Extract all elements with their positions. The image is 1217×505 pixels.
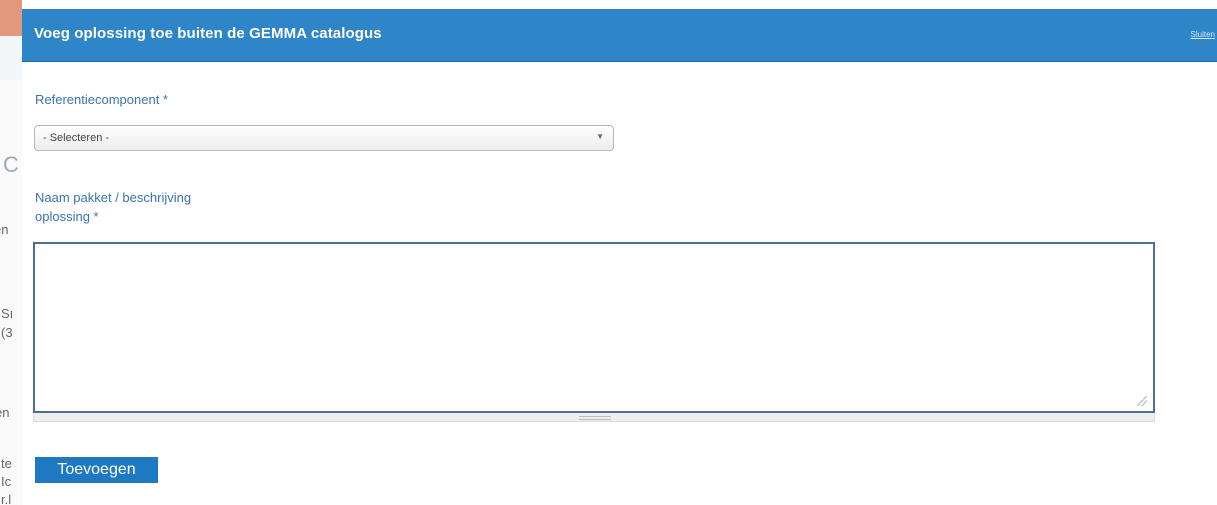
background-header-accent bbox=[0, 0, 22, 36]
dialog-header: Voeg oplossing toe buiten de GEMMA catal… bbox=[22, 9, 1217, 62]
close-link[interactable]: Sluiten bbox=[1191, 30, 1215, 39]
triangle-down-icon: ▼ bbox=[596, 132, 604, 141]
description-textarea-wrapper bbox=[33, 242, 1155, 422]
reference-component-select[interactable]: - Selecteren - ▼ bbox=[34, 125, 614, 151]
background-page: C en Sı (3 en te Ic r.l bbox=[0, 0, 22, 505]
background-text-fragment: (3 bbox=[1, 325, 13, 340]
background-text-fragment: en bbox=[0, 222, 9, 237]
background-text-fragment: en bbox=[0, 405, 10, 420]
background-text-fragment: te bbox=[1, 456, 12, 471]
background-text-fragment: C bbox=[3, 152, 19, 177]
background-header-band bbox=[0, 36, 22, 80]
name-label-line: oplossing * bbox=[35, 209, 99, 224]
background-text-fragment: Ic bbox=[1, 474, 12, 489]
grip-icon bbox=[579, 416, 611, 420]
name-description-label: Naam pakket / beschrijving oplossing * bbox=[35, 188, 275, 226]
background-text-fragment: r.l bbox=[1, 492, 12, 505]
background-text-fragment: Sı bbox=[1, 306, 14, 321]
reference-component-label: Referentiecomponent * bbox=[35, 92, 168, 107]
dialog-title: Voeg oplossing toe buiten de GEMMA catal… bbox=[34, 25, 382, 42]
add-button[interactable]: Toevoegen bbox=[35, 457, 158, 483]
description-textarea[interactable] bbox=[33, 242, 1155, 413]
textarea-resize-handle[interactable] bbox=[33, 413, 1155, 422]
name-label-line: Naam pakket / beschrijving bbox=[35, 190, 192, 205]
resize-corner-icon[interactable] bbox=[1137, 396, 1147, 406]
select-value: - Selecteren - bbox=[43, 132, 110, 144]
page: C en Sı (3 en te Ic r.l Voeg oplossing t… bbox=[0, 0, 1217, 505]
add-solution-dialog: Voeg oplossing toe buiten de GEMMA catal… bbox=[22, 0, 1217, 505]
